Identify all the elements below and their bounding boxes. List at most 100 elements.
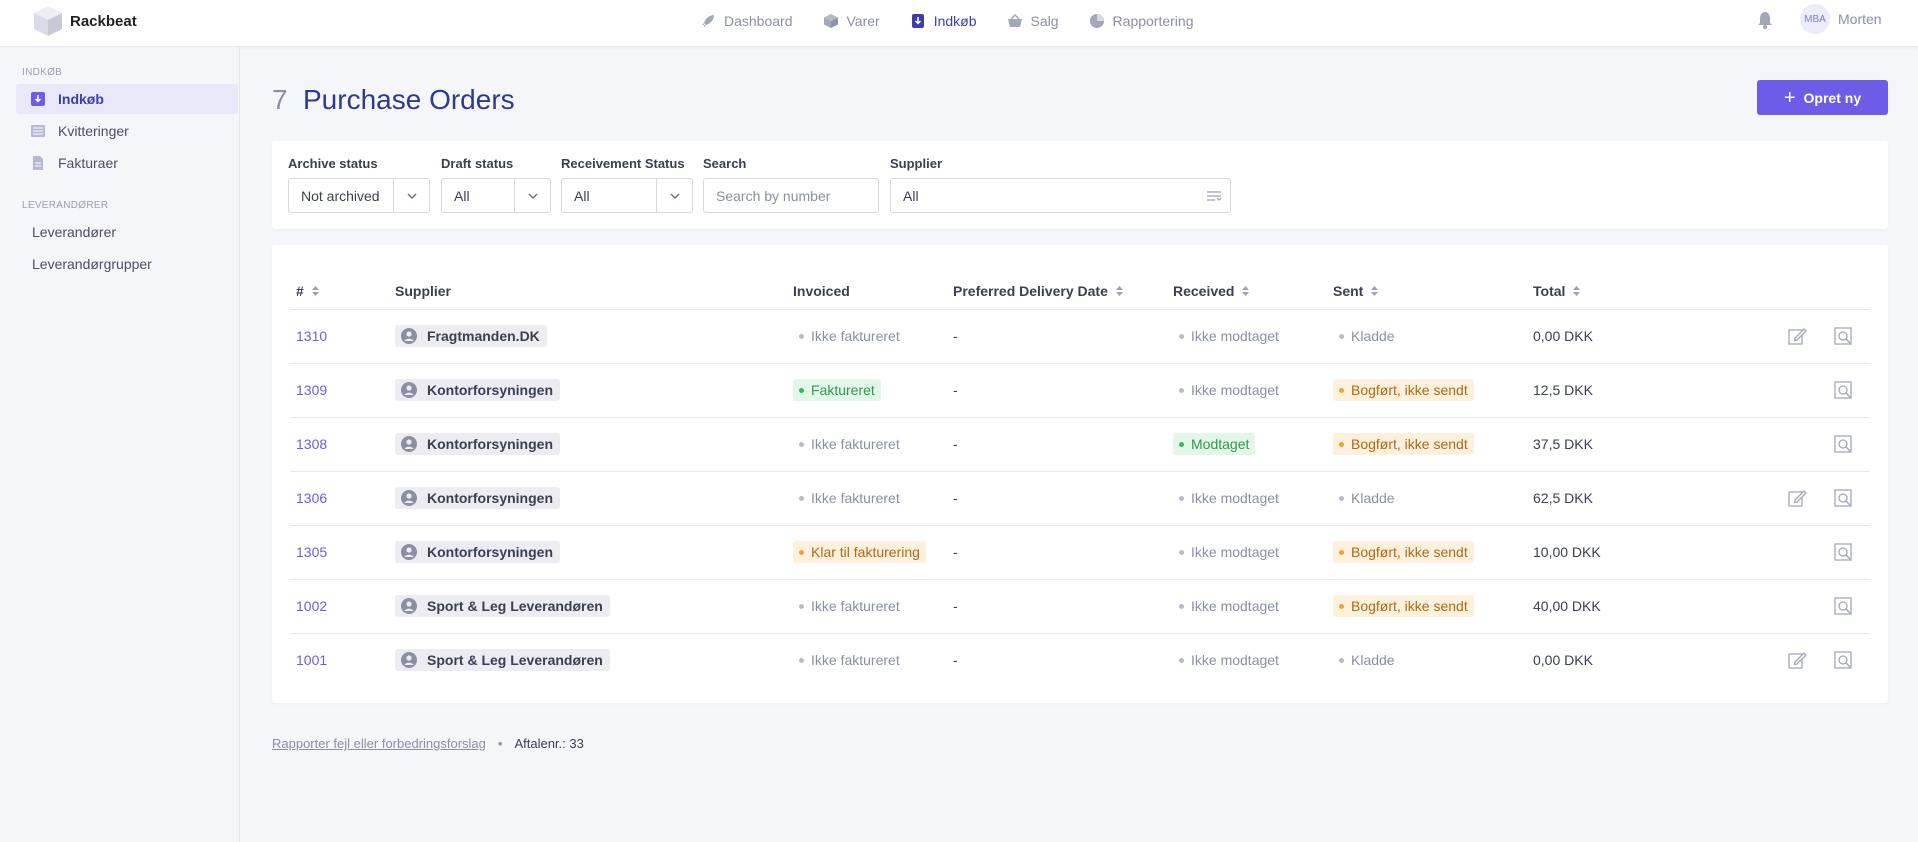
chevron-down-icon	[514, 179, 550, 212]
create-button[interactable]: + Opret ny	[1757, 80, 1888, 115]
rocket-icon	[702, 15, 714, 27]
supplier-chip[interactable]: Kontorforsyningen	[395, 379, 560, 401]
row-divider	[290, 471, 1870, 472]
order-count: 7	[272, 84, 288, 115]
order-number-link[interactable]: 1309	[296, 382, 327, 398]
delivery-date: -	[953, 598, 958, 614]
archive-status-select[interactable]: Not archived	[288, 178, 430, 213]
column-received[interactable]: Received	[1173, 283, 1250, 299]
order-number-link[interactable]: 1306	[296, 490, 327, 506]
supplier-chip[interactable]: Kontorforsyningen	[395, 487, 560, 509]
status-dot	[1339, 441, 1344, 447]
order-number-link[interactable]: 1001	[296, 652, 327, 668]
supplier-chip[interactable]: Fragtmanden.DK	[395, 325, 547, 347]
order-number-link[interactable]: 1002	[296, 598, 327, 614]
logo[interactable]: Rackbeat	[30, 2, 137, 40]
bell-icon[interactable]	[1756, 10, 1774, 30]
column-number[interactable]: #	[296, 283, 319, 299]
status-dot	[799, 657, 804, 663]
table-row[interactable]: 1310 Fragtmanden.DK Ikke faktureret - Ikke m…	[272, 309, 1888, 363]
delivery-date: -	[953, 490, 958, 506]
sidebar-item-label: Leverandørgrupper	[32, 256, 152, 272]
sidebar-item-leverandorgrupper[interactable]: Leverandørgrupper	[16, 249, 238, 279]
sidebar-item-leverandorer[interactable]: Leverandører	[16, 217, 238, 247]
edit-icon[interactable]	[1787, 326, 1807, 346]
column-sent[interactable]: Sent	[1333, 283, 1379, 299]
user-menu[interactable]: MBA Morten	[1800, 4, 1882, 34]
status-text: Faktureret	[811, 382, 875, 398]
sent-status-badge: Kladde	[1333, 487, 1401, 509]
sent-status-badge: Kladde	[1333, 649, 1401, 671]
view-icon[interactable]	[1833, 596, 1853, 616]
draft-status-label: Draft status	[441, 156, 514, 171]
received-status-badge: Ikke modtaget	[1173, 541, 1285, 563]
supplier-name: Kontorforsyningen	[427, 490, 553, 506]
column-label: Supplier	[395, 283, 452, 299]
sidebar-item-kvitteringer[interactable]: Kvitteringer	[16, 116, 238, 146]
receivement-status-select[interactable]: All	[561, 178, 693, 213]
nav-item-varer[interactable]: Varer	[823, 13, 880, 29]
status-text: Ikke faktureret	[811, 328, 900, 344]
view-icon[interactable]	[1833, 434, 1853, 454]
table-row[interactable]: 1002 Sport & Leg Leverandøren Ikke fakture…	[272, 579, 1888, 633]
view-icon[interactable]	[1833, 542, 1853, 562]
person-icon	[401, 652, 417, 668]
receivement-status-value: All	[574, 187, 590, 204]
sidebar-section-leverandorer: LEVERANDØRER	[22, 200, 109, 211]
delivery-date: -	[953, 382, 958, 398]
status-dot	[1339, 495, 1344, 501]
column-supplier: Supplier	[395, 283, 451, 299]
app-name: Rackbeat	[70, 12, 137, 30]
edit-icon[interactable]	[1787, 488, 1807, 508]
status-dot	[1339, 657, 1344, 663]
status-text: Kladde	[1351, 652, 1395, 668]
report-feedback-link[interactable]: Rapporter fejl eller forbedringsforslag	[272, 736, 486, 751]
supplier-chip[interactable]: Kontorforsyningen	[395, 541, 560, 563]
status-dot	[799, 387, 804, 393]
column-label: Preferred Delivery Date	[953, 283, 1108, 299]
supplier-select[interactable]: All	[890, 178, 1231, 213]
column-total[interactable]: Total	[1533, 283, 1581, 299]
supplier-chip[interactable]: Sport & Leg Leverandøren	[395, 595, 610, 617]
nav-item-rapportering[interactable]: Rapportering	[1089, 13, 1193, 29]
order-number-link[interactable]: 1305	[296, 544, 327, 560]
order-number-link[interactable]: 1308	[296, 436, 327, 452]
person-icon	[401, 598, 417, 614]
table-header: # Supplier Invoiced Preferred Delivery D…	[272, 273, 1888, 309]
supplier-chip[interactable]: Kontorforsyningen	[395, 433, 560, 455]
view-icon[interactable]	[1833, 326, 1853, 346]
search-input[interactable]	[704, 187, 878, 204]
row-divider	[290, 417, 1870, 418]
sidebar-item-label: Fakturaer	[58, 155, 118, 171]
table-row[interactable]: 1305 Kontorforsyningen Klar til fakturerin…	[272, 525, 1888, 579]
nav-item-dashboard[interactable]: Dashboard	[700, 13, 793, 29]
table-row[interactable]: 1306 Kontorforsyningen Ikke faktureret - Ikk…	[272, 471, 1888, 525]
draft-status-select[interactable]: All	[441, 178, 551, 213]
status-dot	[799, 603, 804, 609]
status-dot	[1339, 333, 1344, 339]
table-row[interactable]: 1308 Kontorforsyningen Ikke faktureret - Mod…	[272, 417, 1888, 471]
order-total: 0,00 DKK	[1533, 652, 1593, 668]
sidebar-item-fakturaer[interactable]: Fakturaer	[16, 148, 238, 178]
nav-item-indkob[interactable]: Indkøb	[910, 13, 977, 29]
chevron-down-icon	[393, 179, 429, 212]
sidebar-item-indkob[interactable]: Indkøb	[16, 84, 238, 114]
order-number-link[interactable]: 1310	[296, 328, 327, 344]
nav-item-salg[interactable]: Salg	[1007, 13, 1059, 29]
status-dot	[1179, 387, 1184, 393]
table-row[interactable]: 1001 Sport & Leg Leverandøren Ikke fakture…	[272, 633, 1888, 687]
supplier-name: Kontorforsyningen	[427, 436, 553, 452]
view-icon[interactable]	[1833, 650, 1853, 670]
edit-icon[interactable]	[1787, 650, 1807, 670]
nav-label: Indkøb	[933, 13, 977, 29]
supplier-chip[interactable]: Sport & Leg Leverandøren	[395, 649, 610, 671]
column-delivery-date[interactable]: Preferred Delivery Date	[953, 283, 1123, 299]
view-icon[interactable]	[1833, 488, 1853, 508]
view-icon[interactable]	[1833, 380, 1853, 400]
status-text: Kladde	[1351, 328, 1395, 344]
supplier-label: Supplier	[890, 156, 943, 171]
agreement-number: Aftalenr.: 33	[514, 736, 584, 751]
table-row[interactable]: 1309 Kontorforsyningen Faktureret - Ikke mod…	[272, 363, 1888, 417]
row-divider	[290, 633, 1870, 634]
order-total: 10,00 DKK	[1533, 544, 1601, 560]
